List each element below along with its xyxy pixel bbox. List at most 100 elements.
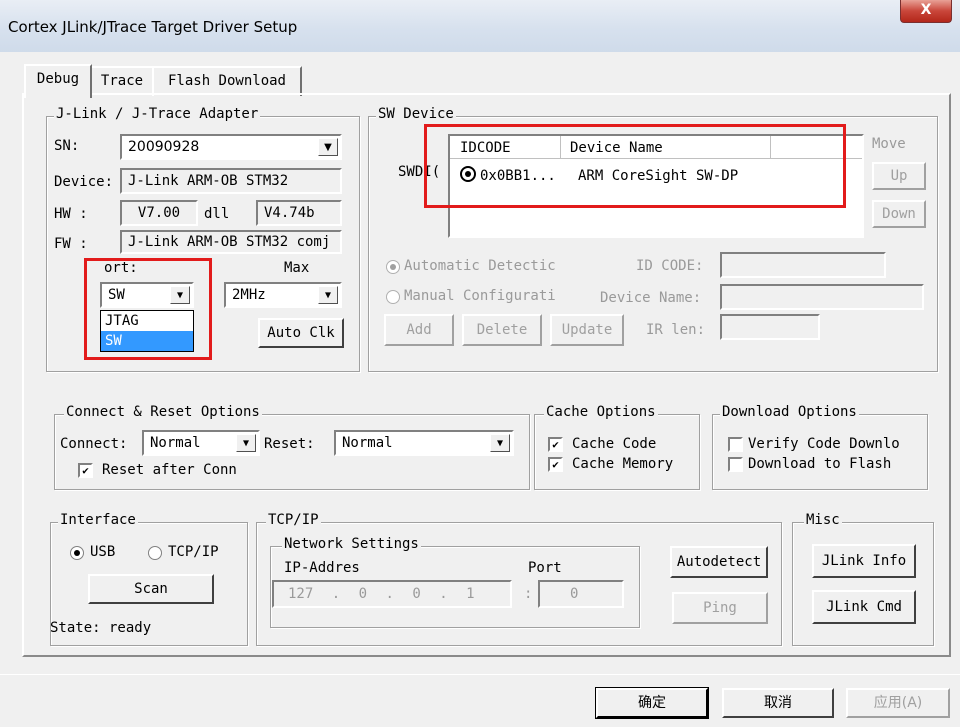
hw-label: HW : <box>54 206 88 222</box>
id-code-field[interactable] <box>720 252 886 278</box>
col-device-name[interactable]: Device Name <box>570 140 663 156</box>
state-text: State: ready <box>50 620 152 636</box>
auto-detect-label: Automatic Detectic <box>404 258 556 274</box>
device-name-label: Device Name: <box>600 290 702 306</box>
usb-label: USB <box>90 544 116 560</box>
verify-checkbox[interactable] <box>728 437 743 452</box>
apply-button[interactable]: 应用(A) <box>846 688 950 718</box>
table-row[interactable]: 0x0BB1... ARM CoreSight SW-DP <box>450 166 862 188</box>
cache-memory-checkbox[interactable]: ✔ <box>548 457 563 472</box>
target-icon <box>460 166 476 182</box>
ip-dot: . <box>331 586 341 602</box>
reset-after-checkbox[interactable]: ✔ <box>78 463 93 478</box>
tcpip-legend: TCP/IP <box>266 512 321 528</box>
add-button[interactable]: Add <box>384 314 454 346</box>
tcpip-radio[interactable] <box>148 546 162 560</box>
ping-button[interactable]: Ping <box>672 592 768 624</box>
network-settings-legend: Network Settings <box>282 536 421 552</box>
reset-select[interactable]: Normal ▼ <box>334 430 514 456</box>
auto-detect-radio[interactable] <box>386 260 400 274</box>
cancel-button[interactable]: 取消 <box>722 688 834 718</box>
jlink-cmd-button[interactable]: JLink Cmd <box>812 590 916 624</box>
update-button[interactable]: Update <box>550 314 624 346</box>
connect-reset-legend: Connect & Reset Options <box>64 404 262 420</box>
close-button[interactable]: X <box>900 0 952 23</box>
chevron-down-icon[interactable]: ▼ <box>318 138 338 156</box>
ip-octet: 1 <box>466 586 475 602</box>
ip-dot: . <box>385 586 394 602</box>
col-divider <box>560 136 561 158</box>
max-clock-select[interactable]: 2MHz ▼ <box>224 282 342 308</box>
connect-label: Connect: <box>60 436 128 452</box>
ip-dot: . <box>439 586 448 602</box>
reset-after-label: Reset after Conn <box>102 462 237 478</box>
close-icon: X <box>920 2 932 18</box>
ir-len-label: IR len: <box>646 322 706 338</box>
fw-field: J-Link ARM-OB STM32 comj <box>120 230 342 254</box>
cache-memory-label: Cache Memory <box>572 456 674 472</box>
ip-address-field[interactable]: 127 . 0 . 0 . 1 <box>272 580 512 608</box>
device-field: J-Link ARM-OB STM32 <box>120 168 342 194</box>
cache-code-label: Cache Code <box>572 436 657 452</box>
cache-code-checkbox[interactable]: ✔ <box>548 437 563 452</box>
port-option-jtag[interactable]: JTAG <box>101 311 193 331</box>
sw-device-table[interactable]: IDCODE Device Name 0x0BB1... ARM CoreSig… <box>448 134 864 238</box>
download-to-flash-checkbox[interactable] <box>728 457 743 472</box>
jlink-info-button[interactable]: JLink Info <box>812 544 916 578</box>
device-name-field[interactable] <box>720 284 924 310</box>
port-label: ort: <box>104 260 138 276</box>
ip-address-label: IP-Addres <box>284 560 360 576</box>
fw-value: J-Link ARM-OB STM32 comj <box>128 234 331 250</box>
connect-value: Normal <box>150 435 201 451</box>
tab-trace[interactable]: Trace <box>88 66 156 96</box>
sn-value: 20090928 <box>128 139 200 155</box>
id-code-label: ID CODE: <box>636 258 704 274</box>
move-up-button[interactable]: Up <box>872 162 926 190</box>
misc-legend: Misc <box>804 512 842 528</box>
sw-device-legend: SW Device <box>376 106 456 122</box>
dll-label: dll <box>204 206 230 222</box>
fw-label: FW : <box>54 236 88 252</box>
auto-clk-button[interactable]: Auto Clk <box>258 318 344 348</box>
port-select[interactable]: SW ▼ <box>100 282 194 308</box>
tcpip-radio-label: TCP/IP <box>168 544 219 560</box>
row-idcode: 0x0BB1... <box>480 168 556 184</box>
chevron-down-icon[interactable]: ▼ <box>490 434 510 452</box>
sn-select[interactable]: 20090928 ▼ <box>120 134 342 160</box>
download-options-group <box>712 414 928 490</box>
cache-options-group <box>534 414 700 490</box>
col-divider <box>770 136 771 158</box>
port-colon: : <box>524 586 533 602</box>
reset-value: Normal <box>342 435 393 451</box>
reset-label: Reset: <box>264 436 315 452</box>
usb-radio[interactable] <box>70 546 84 560</box>
interface-legend: Interface <box>58 512 138 528</box>
scan-button[interactable]: Scan <box>88 574 214 604</box>
tab-flash-download[interactable]: Flash Download <box>152 66 302 96</box>
manual-config-label: Manual Configurati <box>404 288 556 304</box>
port-number-field[interactable]: 0 <box>538 580 624 608</box>
port-value: SW <box>108 287 125 303</box>
device-label: Device: <box>54 174 114 190</box>
chevron-down-icon[interactable]: ▼ <box>236 434 256 452</box>
sn-label: SN: <box>54 138 80 154</box>
port-option-sw[interactable]: SW <box>101 331 193 351</box>
ip-octet: 0 <box>412 586 421 602</box>
delete-button[interactable]: Delete <box>462 314 542 346</box>
adapter-legend: J-Link / J-Trace Adapter <box>54 106 261 122</box>
ir-len-field[interactable] <box>720 314 820 340</box>
tab-debug[interactable]: Debug <box>24 64 92 98</box>
port-number-value: 0 <box>570 586 579 602</box>
dll-value: V4.74b <box>264 205 315 221</box>
title-bar: Cortex JLink/JTrace Target Driver Setup … <box>0 0 960 52</box>
port-number-label: Port <box>528 560 562 576</box>
chevron-down-icon[interactable]: ▼ <box>318 286 338 304</box>
autodetect-button[interactable]: Autodetect <box>670 546 768 578</box>
ok-button[interactable]: 确定 <box>595 687 709 719</box>
chevron-down-icon[interactable]: ▼ <box>170 286 190 304</box>
manual-config-radio[interactable] <box>386 290 400 304</box>
max-clock-value: 2MHz <box>232 287 266 303</box>
connect-select[interactable]: Normal ▼ <box>142 430 260 456</box>
col-idcode[interactable]: IDCODE <box>460 140 511 156</box>
move-down-button[interactable]: Down <box>872 200 926 228</box>
